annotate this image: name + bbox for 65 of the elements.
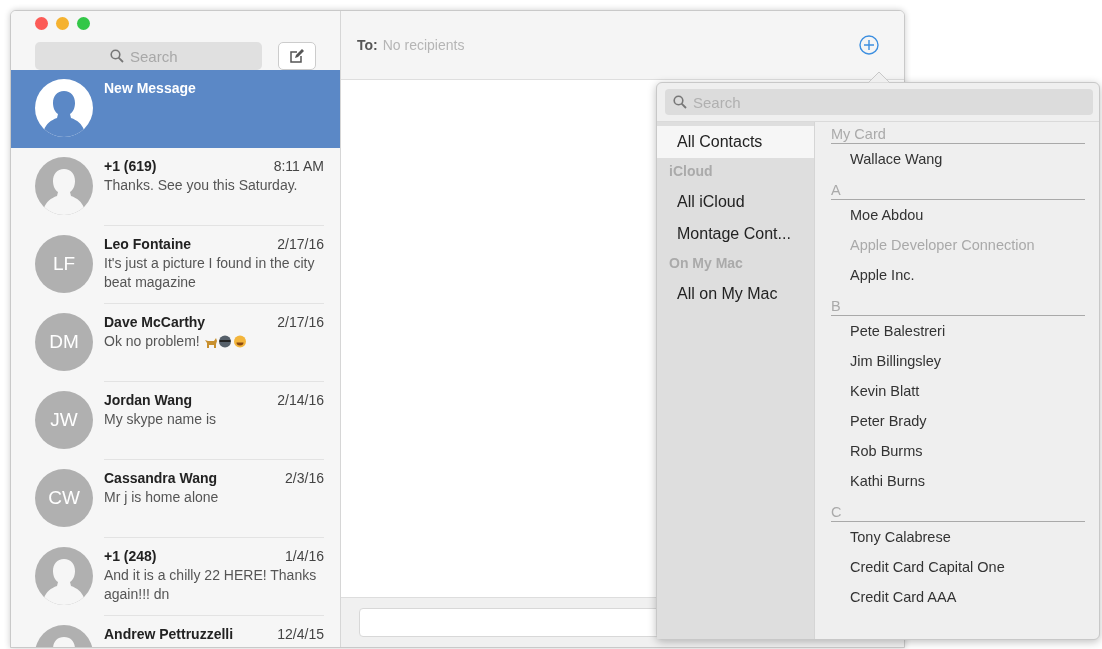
- avatar: DM: [35, 313, 93, 371]
- contact-name: Andrew Pettruzzelli: [104, 625, 234, 644]
- compose-button[interactable]: [278, 42, 316, 70]
- message-preview: Mr j is home alone: [104, 488, 219, 507]
- message-preview: And it is a chilly 22 HERE! Thanks again!!! dn: [104, 566, 318, 604]
- section-header: B: [831, 298, 1085, 316]
- contact-item[interactable]: Kathi Burns: [831, 466, 925, 496]
- message-date: 2/14/16: [277, 391, 324, 410]
- to-label: To:: [357, 35, 378, 55]
- search-field[interactable]: Search: [35, 42, 262, 70]
- zoom-button[interactable]: [77, 17, 90, 30]
- section-header: C: [831, 504, 1085, 522]
- conversation-item[interactable]: LF Leo Fontaine 2/17/16 It's just a picture I found in the city beat magazine: [11, 226, 340, 304]
- contact-name: Leo Fontaine: [104, 235, 192, 254]
- contact-item[interactable]: Pete Balestreri: [831, 316, 946, 346]
- message-date: 8:11 AM: [273, 157, 324, 176]
- section-header: A: [831, 182, 1085, 200]
- contact-name: Dave McCarthy: [104, 313, 206, 332]
- conversation-item[interactable]: New Message: [11, 70, 340, 148]
- contact-item[interactable]: Credit Card AAA: [831, 582, 957, 612]
- conversation-item[interactable]: CW Cassandra Wang 2/3/16 Mr j is home alone: [11, 460, 340, 538]
- plus-circle-icon: [858, 34, 880, 57]
- contact-name: New Message: [104, 79, 196, 98]
- contact-item[interactable]: Wallace Wang: [831, 144, 943, 174]
- avatar: CW: [35, 469, 93, 527]
- message-date: 12/4/15: [277, 625, 324, 644]
- conversation-item[interactable]: +1 (619) 8:11 AM Thanks. See you this Saturday.: [11, 148, 340, 226]
- search-icon: [673, 95, 687, 109]
- message-date: 2/17/16: [277, 313, 324, 332]
- avatar: JW: [35, 391, 93, 449]
- contact-item[interactable]: Peter Brady: [831, 406, 927, 436]
- contact-item[interactable]: Apple Inc.: [831, 260, 915, 290]
- conversation-item[interactable]: JW Jordan Wang 2/14/16 My skype name is: [11, 382, 340, 460]
- message-preview: Thanks. See you this Saturday.: [104, 176, 298, 195]
- contact-item[interactable]: Credit Card Capital One: [831, 552, 1005, 582]
- contact-item[interactable]: Tony Calabrese: [831, 522, 951, 552]
- contact-item[interactable]: Jim Billingsley: [831, 346, 942, 376]
- contact-name: Cassandra Wang: [104, 469, 218, 488]
- message-date: 2/3/16: [285, 469, 324, 488]
- group-item[interactable]: All iCloud: [657, 186, 814, 218]
- group-item[interactable]: Montage Cont...: [657, 218, 814, 250]
- conversation-item[interactable]: DM Dave McCarthy 2/17/16 Ok no problem!: [11, 304, 340, 382]
- avatar: LF: [35, 235, 93, 293]
- add-contact-button[interactable]: [858, 34, 880, 56]
- contact-item[interactable]: Rob Burms: [831, 436, 923, 466]
- contact-name: +1 (248): [104, 547, 157, 566]
- compose-icon: [289, 48, 305, 64]
- conversation-item[interactable]: Andrew Pettruzzelli 12/4/15: [11, 616, 340, 647]
- conversation-item[interactable]: +1 (248) 1/4/16 And it is a chilly 22 HERE! Thanks again!!! dn: [11, 538, 340, 616]
- message-preview: Ok no problem!: [104, 332, 200, 351]
- section-header: My Card: [831, 126, 1085, 144]
- message-preview: It's just a picture I found in the city beat magazine: [104, 254, 316, 292]
- contact-item[interactable]: Kevin Blatt: [831, 376, 920, 406]
- message-date: 1/4/16: [285, 547, 324, 566]
- contact-name: +1 (619): [104, 157, 157, 176]
- message-date: 2/17/16: [277, 235, 324, 254]
- avatar-icon: [35, 79, 93, 137]
- group-item[interactable]: All Contacts: [657, 126, 814, 158]
- contact-item[interactable]: Moe Abdou: [831, 200, 924, 230]
- group-item[interactable]: All on My Mac: [657, 278, 814, 310]
- search-icon: [110, 49, 124, 63]
- message-preview: My skype name is: [104, 410, 217, 429]
- contact-name: Jordan Wang: [104, 391, 193, 410]
- minimize-button[interactable]: [56, 17, 69, 30]
- close-button[interactable]: [35, 17, 48, 30]
